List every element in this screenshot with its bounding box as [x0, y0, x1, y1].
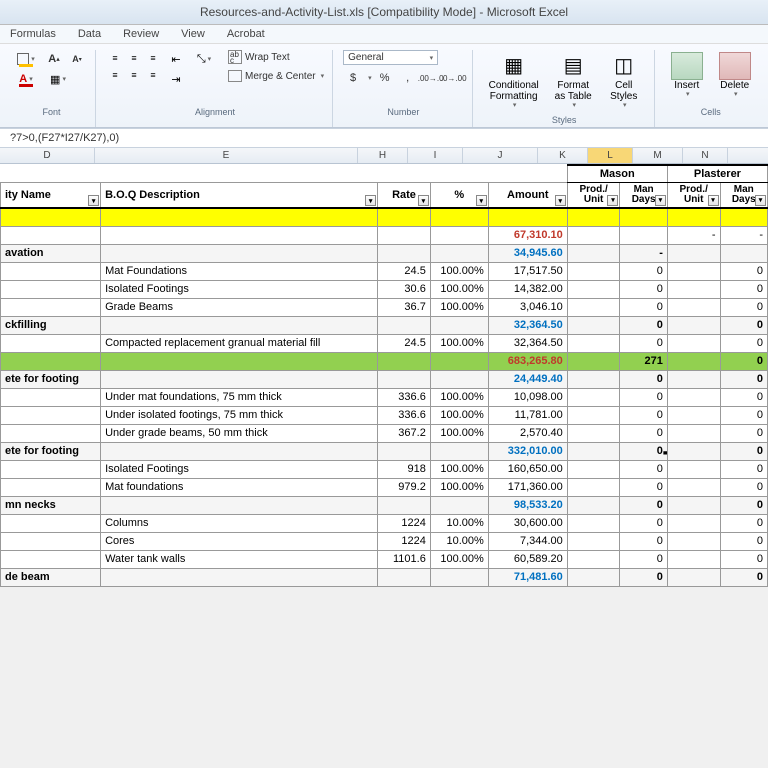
table-row[interactable]: Grade Beams36.7100.00%3,046.1000 — [1, 298, 768, 316]
data-table[interactable]: MasonPlasterer ity Name▾B.O.Q Description… — [0, 164, 768, 587]
currency-button[interactable]: $ — [343, 69, 363, 87]
orientation-button[interactable]: ⤡▾ — [190, 50, 218, 68]
cell-styles-button[interactable]: ◫Cell Styles▾ — [602, 50, 646, 112]
table-row[interactable]: ete for footing332,010.000✚0 — [1, 442, 768, 460]
table-row[interactable]: 67,310.10-- — [1, 226, 768, 244]
filter-arrow-icon[interactable]: ▾ — [88, 195, 99, 206]
font-group-label: Font — [42, 107, 60, 117]
percent-button[interactable]: % — [375, 69, 395, 87]
filter-arrow-icon[interactable]: ▾ — [555, 195, 566, 206]
header-man2[interactable]: Man Days▾ — [720, 183, 767, 209]
header-desc[interactable]: B.O.Q Description▾ — [101, 183, 378, 209]
conditional-formatting-button[interactable]: ▦Conditional Formatting▾ — [483, 50, 545, 112]
formula-bar[interactable]: ?7>0,(F27*I27/K27),0) — [0, 128, 768, 148]
spreadsheet-grid: DEHIJKLMN MasonPlasterer ity Name▾B.O.Q D… — [0, 148, 768, 587]
alignment-grid[interactable]: ≡≡≡≡≡≡ — [106, 50, 162, 83]
table-row[interactable]: 683,265.802710 — [1, 352, 768, 370]
header-prod2[interactable]: Prod./ Unit▾ — [667, 183, 720, 209]
grow-font-button[interactable]: A▴ — [44, 50, 64, 68]
wrap-text-button[interactable]: abcWrap Text — [228, 50, 324, 64]
col-header-E[interactable]: E — [95, 148, 358, 163]
cell-styles-icon: ◫ — [608, 52, 640, 80]
ribbon: ▾ A▾ A▴A▾ ▦▾ Font ≡≡≡≡≡≡ ⇤ ⇥ ⤡▾ abcWrap … — [0, 44, 768, 128]
conditional-icon: ▦ — [498, 52, 530, 80]
col-header-I[interactable]: I — [408, 148, 463, 163]
styles-group-label: Styles — [552, 115, 577, 125]
header-amount[interactable]: Amount▾ — [488, 183, 567, 209]
filter-arrow-icon[interactable]: ▾ — [418, 195, 429, 206]
menu-formulas[interactable]: Formulas — [10, 28, 56, 40]
delete-icon — [719, 52, 751, 80]
insert-icon — [671, 52, 703, 80]
table-row[interactable] — [1, 208, 768, 226]
header-mason: Mason — [567, 165, 667, 183]
increase-decimal-button[interactable]: .00→.0 — [421, 69, 441, 87]
alignment-group-label: Alignment — [195, 107, 235, 117]
number-group-label: Number — [387, 107, 419, 117]
filter-arrow-icon[interactable]: ▾ — [708, 195, 719, 206]
col-header-L[interactable]: L — [588, 148, 633, 163]
menu-data[interactable]: Data — [78, 28, 101, 40]
header-man1[interactable]: Man Days▾ — [620, 183, 667, 209]
table-row[interactable]: Mat foundations979.2100.00%171,360.0000 — [1, 478, 768, 496]
column-headers[interactable]: DEHIJKLMN — [0, 148, 768, 164]
filter-arrow-icon[interactable]: ▾ — [365, 195, 376, 206]
table-row[interactable]: Cores122410.00%7,344.0000 — [1, 532, 768, 550]
decrease-indent-button[interactable]: ⇤ — [166, 50, 186, 68]
group-alignment: ≡≡≡≡≡≡ ⇤ ⇥ ⤡▾ abcWrap Text Merge & Cente… — [98, 50, 333, 127]
table-row[interactable]: Under isolated footings, 75 mm thick336.… — [1, 406, 768, 424]
group-styles: ▦Conditional Formatting▾ ▤Format as Tabl… — [475, 50, 655, 127]
col-header-D[interactable]: D — [0, 148, 95, 163]
menu-view[interactable]: View — [181, 28, 205, 40]
comma-button[interactable]: , — [398, 69, 418, 87]
merge-center-button[interactable]: Merge & Center▾ — [228, 70, 324, 82]
filter-arrow-icon[interactable]: ▾ — [476, 195, 487, 206]
window-title: Resources-and-Activity-List.xls [Compati… — [0, 0, 768, 25]
insert-button[interactable]: Insert▾ — [665, 50, 709, 101]
col-header-K[interactable]: K — [538, 148, 588, 163]
group-font: ▾ A▾ A▴A▾ ▦▾ Font — [8, 50, 96, 127]
table-row[interactable]: ckfilling32,364.5000 — [1, 316, 768, 334]
table-row[interactable]: de beam71,481.6000 — [1, 568, 768, 586]
border-button[interactable]: ▦▾ — [44, 70, 72, 88]
format-as-table-button[interactable]: ▤Format as Table▾ — [549, 50, 598, 112]
increase-indent-button[interactable]: ⇥ — [166, 70, 186, 88]
table-icon: ▤ — [557, 52, 589, 80]
table-row[interactable]: Isolated Footings918100.00%160,650.0000 — [1, 460, 768, 478]
table-row[interactable]: mn necks98,533.2000 — [1, 496, 768, 514]
header-prod1[interactable]: Prod./ Unit▾ — [567, 183, 620, 209]
font-color-button[interactable]: A▾ — [16, 70, 36, 88]
table-row[interactable]: avation34,945.60- — [1, 244, 768, 262]
menu-review[interactable]: Review — [123, 28, 159, 40]
shrink-font-button[interactable]: A▾ — [67, 50, 87, 68]
table-row[interactable]: Compacted replacement granual material f… — [1, 334, 768, 352]
decrease-decimal-button[interactable]: .0→.00 — [444, 69, 464, 87]
table-row[interactable]: Columns122410.00%30,600.0000 — [1, 514, 768, 532]
header-activity[interactable]: ity Name▾ — [1, 183, 101, 209]
table-row[interactable]: Water tank walls1101.6100.00%60,589.2000 — [1, 550, 768, 568]
col-header-H[interactable]: H — [358, 148, 408, 163]
menu-acrobat[interactable]: Acrobat — [227, 28, 265, 40]
header-rate[interactable]: Rate▾ — [378, 183, 431, 209]
table-row[interactable]: ete for footing24,449.4000 — [1, 370, 768, 388]
group-number: General▾ $▾ % , .00→.0 .0→.00 Number — [335, 50, 473, 127]
number-format-dropdown[interactable]: General▾ — [343, 50, 438, 65]
delete-button[interactable]: Delete▾ — [713, 50, 757, 101]
col-header-J[interactable]: J — [463, 148, 538, 163]
filter-arrow-icon[interactable]: ▾ — [755, 195, 766, 206]
table-row[interactable]: Mat Foundations24.5100.00%17,517.5000 — [1, 262, 768, 280]
cells-group-label: Cells — [701, 107, 721, 117]
table-row[interactable]: Isolated Footings30.6100.00%14,382.0000 — [1, 280, 768, 298]
filter-arrow-icon[interactable]: ▾ — [655, 195, 666, 206]
table-row[interactable]: Under grade beams, 50 mm thick367.2100.0… — [1, 424, 768, 442]
group-cells: Insert▾ Delete▾ Cells — [657, 50, 765, 127]
col-header-N[interactable]: N — [683, 148, 728, 163]
header-pct[interactable]: %▾ — [430, 183, 488, 209]
col-header-M[interactable]: M — [633, 148, 683, 163]
header-plasterer: Plasterer — [667, 165, 767, 183]
table-row[interactable]: Under mat foundations, 75 mm thick336.61… — [1, 388, 768, 406]
menu-bar: Formulas Data Review View Acrobat — [0, 25, 768, 44]
filter-arrow-icon[interactable]: ▾ — [607, 195, 618, 206]
fill-color-button[interactable]: ▾ — [16, 50, 36, 68]
